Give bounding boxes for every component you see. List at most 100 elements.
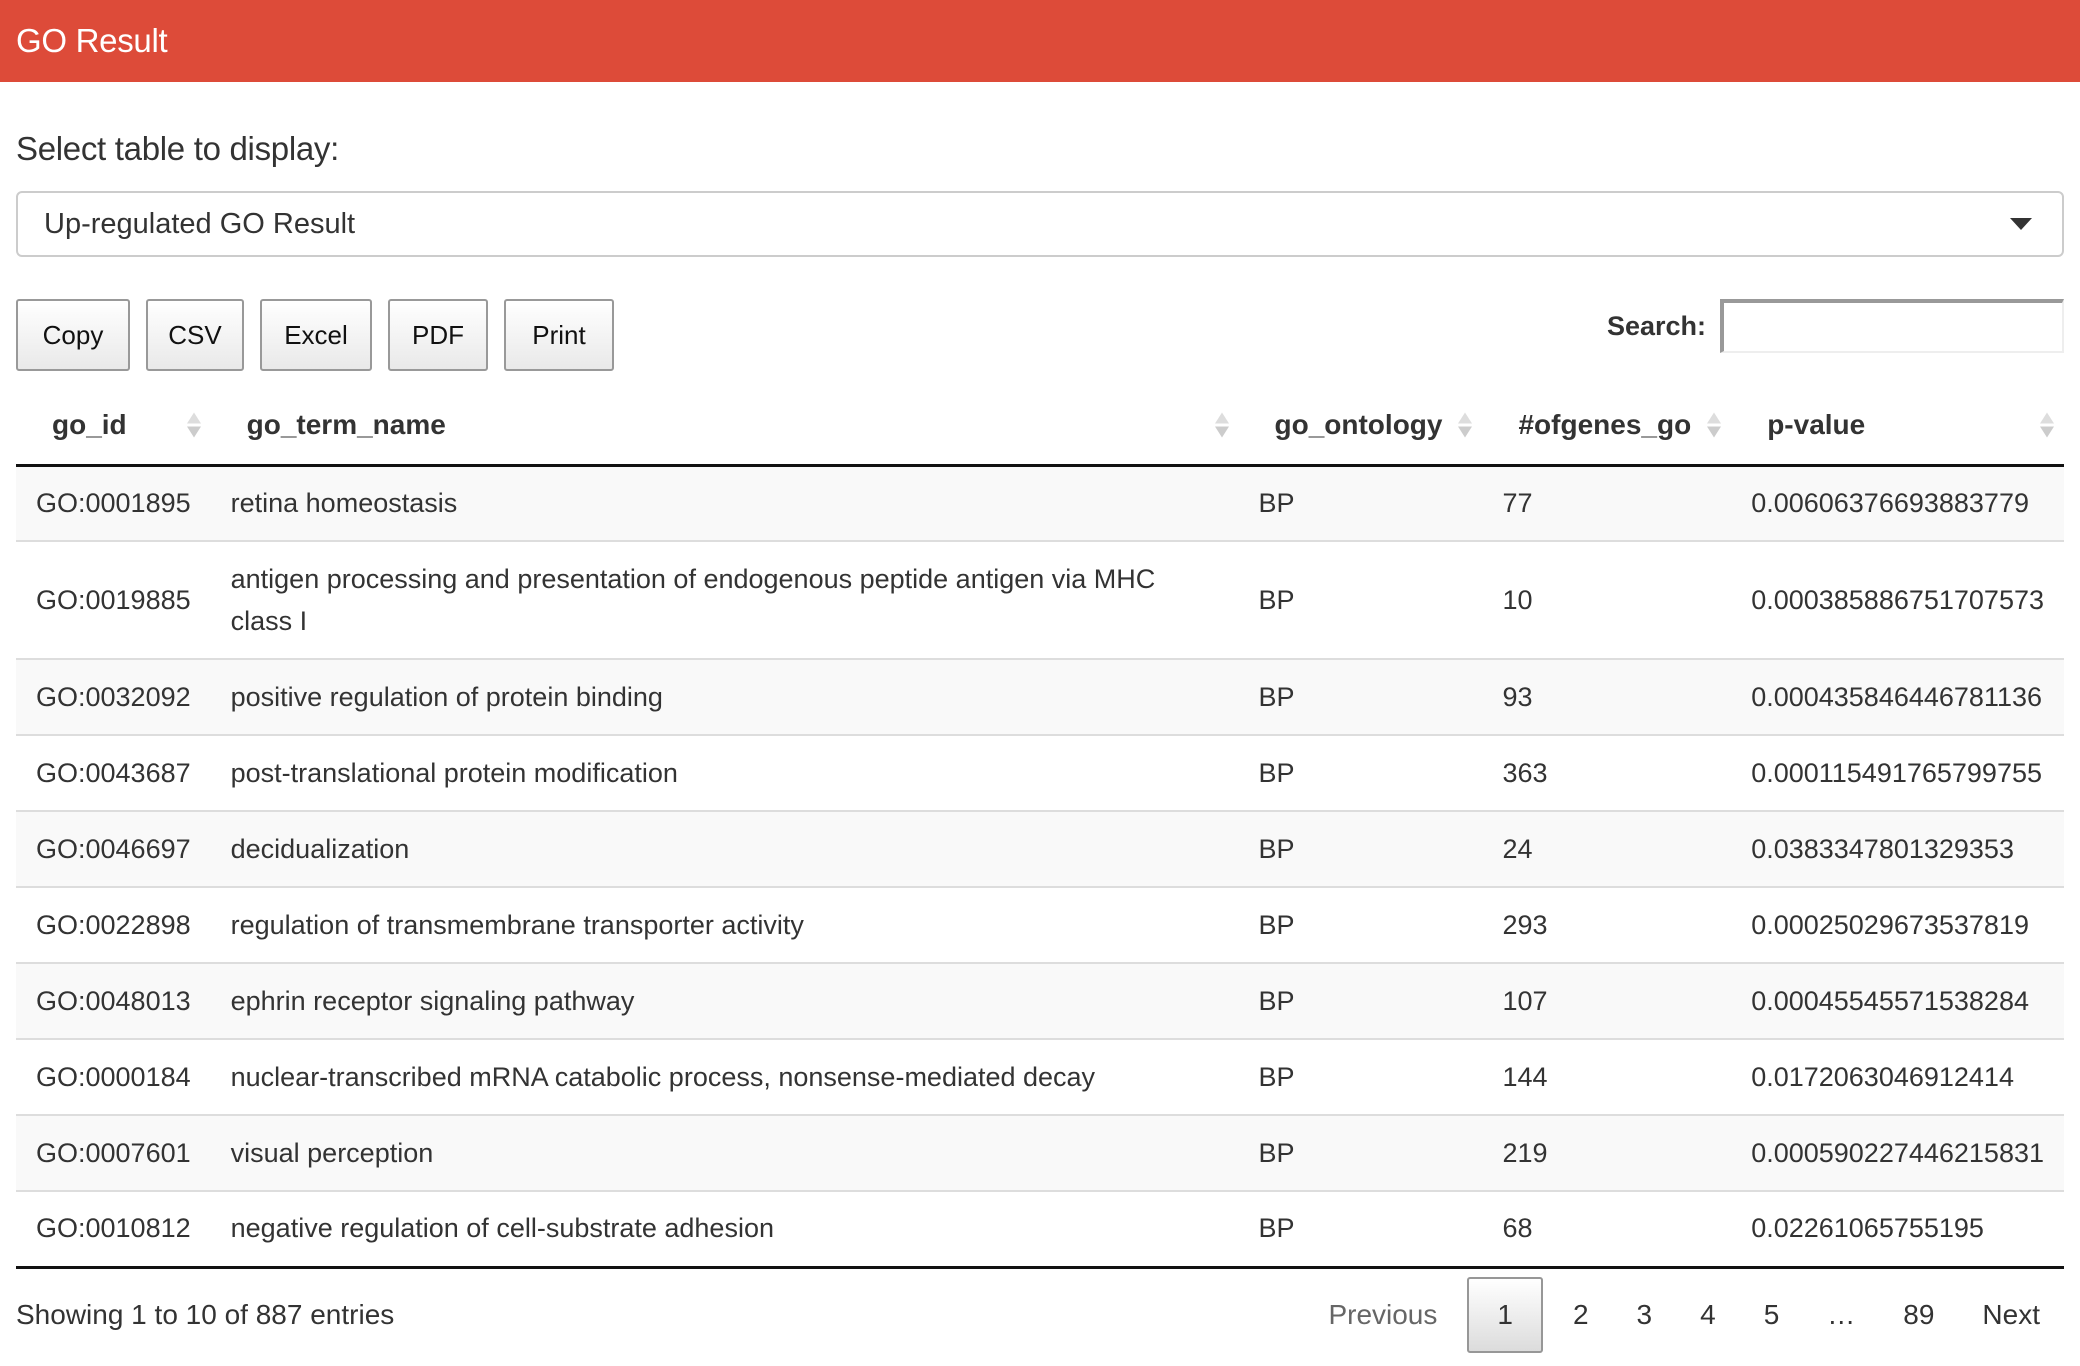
cell-go-term-name: post-translational protein modification <box>210 734 1239 811</box>
cell-go-term-name: retina homeostasis <box>210 465 1239 541</box>
cell-go-term-name: nuclear-transcribed mRNA catabolic proce… <box>210 1038 1239 1115</box>
cell-ofgenes-go: 107 <box>1482 962 1732 1039</box>
table-row: GO:0001895 retina homeostasis BP 77 0.006063… <box>16 465 2064 541</box>
cell-go-id: GO:0000184 <box>16 1038 211 1115</box>
cell-p-value: 0.000435846446781136 <box>1731 658 2064 735</box>
cell-go-ontology: BP <box>1238 962 1483 1039</box>
sort-icon <box>1707 412 1722 438</box>
sort-icon <box>186 412 201 438</box>
table-row: GO:0043687 post-translational protein mod… <box>16 734 2064 811</box>
cell-p-value: 0.00045545571538284 <box>1731 962 2064 1039</box>
cell-p-value: 0.000590227446215831 <box>1731 1114 2064 1191</box>
column-header-ofgenes-go[interactable]: #ofgenes_go <box>1482 387 1732 467</box>
sort-icon <box>1458 412 1473 438</box>
cell-go-id: GO:0010812 <box>16 1190 211 1269</box>
cell-go-ontology: BP <box>1238 886 1483 963</box>
cell-p-value: 0.0383347801329353 <box>1731 810 2064 887</box>
cell-go-id: GO:0001895 <box>16 465 211 541</box>
table-toolbar: Copy CSV Excel PDF Print Search: <box>16 299 2064 371</box>
go-result-table: go_id go_term_name go_ontology #ofgenes_… <box>16 387 2064 1269</box>
excel-button[interactable]: Excel <box>260 299 372 371</box>
page-button-89[interactable]: 89 <box>1879 1277 1958 1353</box>
cell-go-id: GO:0032092 <box>16 658 211 735</box>
copy-button[interactable]: Copy <box>16 299 130 371</box>
cell-p-value: 0.000115491765799755 <box>1731 734 2064 811</box>
print-button[interactable]: Print <box>504 299 614 371</box>
entries-info: Showing 1 to 10 of 887 entries <box>16 1298 395 1330</box>
page-button-2[interactable]: 2 <box>1549 1277 1613 1353</box>
cell-ofgenes-go: 68 <box>1482 1190 1732 1269</box>
search-label: Search: <box>1606 310 1706 341</box>
sort-icon <box>1214 412 1229 438</box>
page-button-4[interactable]: 4 <box>1676 1277 1740 1353</box>
column-header-go-id[interactable]: go_id <box>16 387 211 467</box>
table-row: GO:0007601 visual perception BP 219 0.000590… <box>16 1114 2064 1191</box>
cell-go-term-name: ephrin receptor signaling pathway <box>210 962 1239 1039</box>
table-select-value: Up-regulated GO Result <box>44 207 356 240</box>
cell-ofgenes-go: 144 <box>1482 1038 1732 1115</box>
cell-ofgenes-go: 77 <box>1482 465 1732 541</box>
table-row: GO:0019885 antigen processing and present… <box>16 540 2064 659</box>
cell-go-term-name: negative regulation of cell-substrate ad… <box>210 1190 1239 1269</box>
app-title: GO Result <box>16 22 168 59</box>
table-body: GO:0001895 retina homeostasis BP 77 0.006063… <box>16 465 2064 1269</box>
pagination-ellipsis: … <box>1827 1298 1856 1330</box>
page-button-3[interactable]: 3 <box>1613 1277 1677 1353</box>
column-header-go-ontology[interactable]: go_ontology <box>1238 387 1483 467</box>
cell-ofgenes-go: 219 <box>1482 1114 1732 1191</box>
cell-go-id: GO:0007601 <box>16 1114 211 1191</box>
column-header-p-value[interactable]: p-value <box>1731 387 2064 467</box>
cell-go-ontology: BP <box>1238 465 1483 541</box>
search-area: Search: <box>1607 299 2064 353</box>
cell-go-ontology: BP <box>1238 658 1483 735</box>
table-row: GO:0032092 positive regulation of protein… <box>16 658 2064 735</box>
cell-go-ontology: BP <box>1238 1114 1483 1191</box>
cell-p-value: 0.0172063046912414 <box>1731 1038 2064 1115</box>
table-select-label: Select table to display: <box>16 130 339 167</box>
export-buttons: Copy CSV Excel PDF Print <box>16 299 614 371</box>
caret-down-icon <box>2010 218 2032 230</box>
cell-ofgenes-go: 93 <box>1482 658 1732 735</box>
cell-go-term-name: positive regulation of protein binding <box>210 658 1239 735</box>
cell-go-term-name: regulation of transmembrane transporter … <box>210 886 1239 963</box>
column-header-go-term-name[interactable]: go_term_name <box>210 387 1239 467</box>
table-row: GO:0010812 negative regulation of cell-su… <box>16 1190 2064 1269</box>
cell-p-value: 0.02261065755195 <box>1731 1190 2064 1269</box>
search-input[interactable] <box>1720 299 2064 353</box>
cell-p-value: 0.000385886751707573 <box>1731 540 2064 659</box>
cell-go-term-name: antigen processing and presentation of e… <box>210 540 1239 659</box>
table-select-dropdown[interactable]: Up-regulated GO Result <box>16 191 2064 257</box>
page-button-5[interactable]: 5 <box>1740 1277 1804 1353</box>
cell-ofgenes-go: 10 <box>1482 540 1732 659</box>
cell-go-ontology: BP <box>1238 734 1483 811</box>
cell-go-ontology: BP <box>1238 1038 1483 1115</box>
sort-icon <box>2040 412 2054 438</box>
pagination: Previous 1 2 3 4 5 … 89 Next <box>1304 1276 2064 1353</box>
cell-go-id: GO:0019885 <box>16 540 211 659</box>
cell-ofgenes-go: 24 <box>1482 810 1732 887</box>
table-row: GO:0048013 ephrin receptor signaling path… <box>16 962 2064 1039</box>
cell-go-term-name: decidualization <box>210 810 1239 887</box>
cell-go-id: GO:0022898 <box>16 886 211 963</box>
cell-ofgenes-go: 293 <box>1482 886 1732 963</box>
cell-p-value: 0.00606376693883779 <box>1731 465 2064 541</box>
table-row: GO:0000184 nuclear-transcribed mRNA catab… <box>16 1038 2064 1115</box>
next-page-button[interactable]: Next <box>1958 1277 2064 1353</box>
cell-go-term-name: visual perception <box>210 1114 1239 1191</box>
cell-go-ontology: BP <box>1238 540 1483 659</box>
cell-p-value: 0.00025029673537819 <box>1731 886 2064 963</box>
csv-button[interactable]: CSV <box>146 299 244 371</box>
page-button-1[interactable]: 1 <box>1467 1276 1543 1353</box>
cell-go-ontology: BP <box>1238 810 1483 887</box>
table-footer: Showing 1 to 10 of 887 entries Previous … <box>16 1276 2064 1353</box>
main-content: Select table to display: Up-regulated GO… <box>0 124 2080 1353</box>
cell-go-id: GO:0046697 <box>16 810 211 887</box>
table-header-row: go_id go_term_name go_ontology #ofgenes_… <box>16 387 2064 467</box>
previous-page-button[interactable]: Previous <box>1304 1277 1461 1353</box>
cell-go-id: GO:0048013 <box>16 962 211 1039</box>
table-row: GO:0046697 decidualization BP 24 0.038334780… <box>16 810 2064 887</box>
table-row: GO:0022898 regulation of transmembrane tr… <box>16 886 2064 963</box>
cell-go-ontology: BP <box>1238 1190 1483 1269</box>
app-header: GO Result <box>0 0 2080 82</box>
pdf-button[interactable]: PDF <box>388 299 488 371</box>
